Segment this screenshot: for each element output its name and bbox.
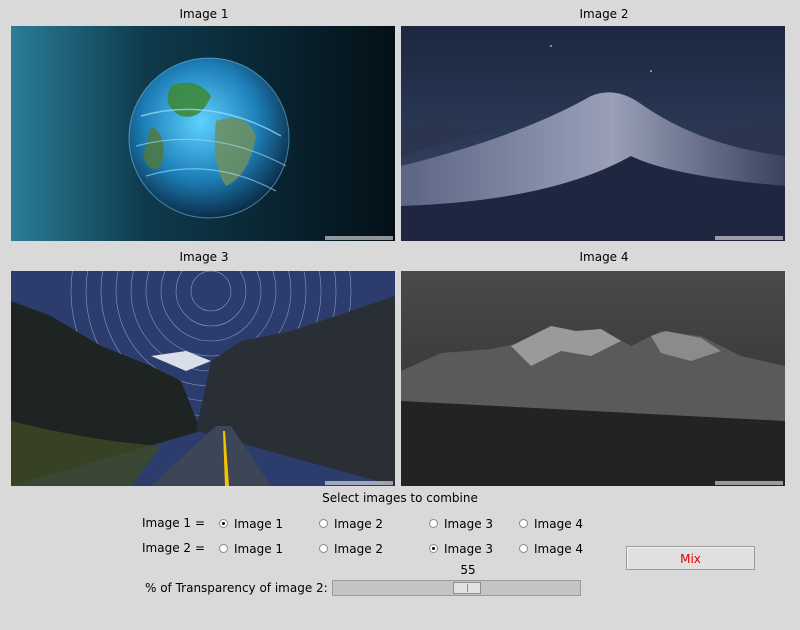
row-1-option-image-1[interactable]: Image 1	[219, 516, 283, 532]
row-2-option-image-4[interactable]: Image 4	[519, 541, 583, 557]
option-label: Image 2	[334, 517, 384, 531]
transparency-label: % of Transparency of image 2:	[145, 581, 328, 595]
row-1-option-image-2[interactable]: Image 2	[319, 516, 383, 532]
option-label: Image 2	[334, 542, 384, 556]
option-label: Image 3	[444, 517, 494, 531]
radio-icon[interactable]	[429, 519, 438, 528]
row-2-option-image-3[interactable]: Image 3	[429, 541, 493, 557]
image-1-earth	[11, 26, 395, 241]
image-2-dunes	[401, 26, 785, 241]
row-2-equals: =	[195, 541, 206, 555]
radio-icon-checked[interactable]	[429, 544, 438, 553]
transparency-slider[interactable]	[332, 580, 581, 596]
image-2-title: Image 2	[579, 7, 629, 21]
image-1-title: Image 1	[179, 7, 229, 21]
option-label: Image 3	[444, 542, 494, 556]
mix-button[interactable]: Mix	[626, 546, 755, 570]
row-1-label: Image 1	[142, 516, 192, 530]
row-1-equals: =	[195, 516, 206, 530]
slider-value: 55	[460, 563, 476, 577]
image-4-mountains	[401, 271, 785, 486]
image-3-road	[11, 271, 395, 486]
radio-icon[interactable]	[319, 544, 328, 553]
image-4-title: Image 4	[579, 250, 629, 264]
image-3-title: Image 3	[179, 250, 229, 264]
option-label: Image 1	[234, 542, 284, 556]
radio-icon[interactable]	[219, 544, 228, 553]
radio-icon[interactable]	[519, 519, 528, 528]
radio-icon[interactable]	[519, 544, 528, 553]
row-1-option-image-4[interactable]: Image 4	[519, 516, 583, 532]
option-label: Image 4	[534, 542, 584, 556]
option-label: Image 1	[234, 517, 284, 531]
slider-handle[interactable]	[453, 582, 481, 594]
select-images-title: Select images to combine	[322, 491, 478, 505]
row-2-option-image-2[interactable]: Image 2	[319, 541, 383, 557]
option-label: Image 4	[534, 517, 584, 531]
row-1-option-image-3[interactable]: Image 3	[429, 516, 493, 532]
row-2-option-image-1[interactable]: Image 1	[219, 541, 283, 557]
radio-icon-checked[interactable]	[219, 519, 228, 528]
row-2-label: Image 2	[142, 541, 192, 555]
radio-icon[interactable]	[319, 519, 328, 528]
